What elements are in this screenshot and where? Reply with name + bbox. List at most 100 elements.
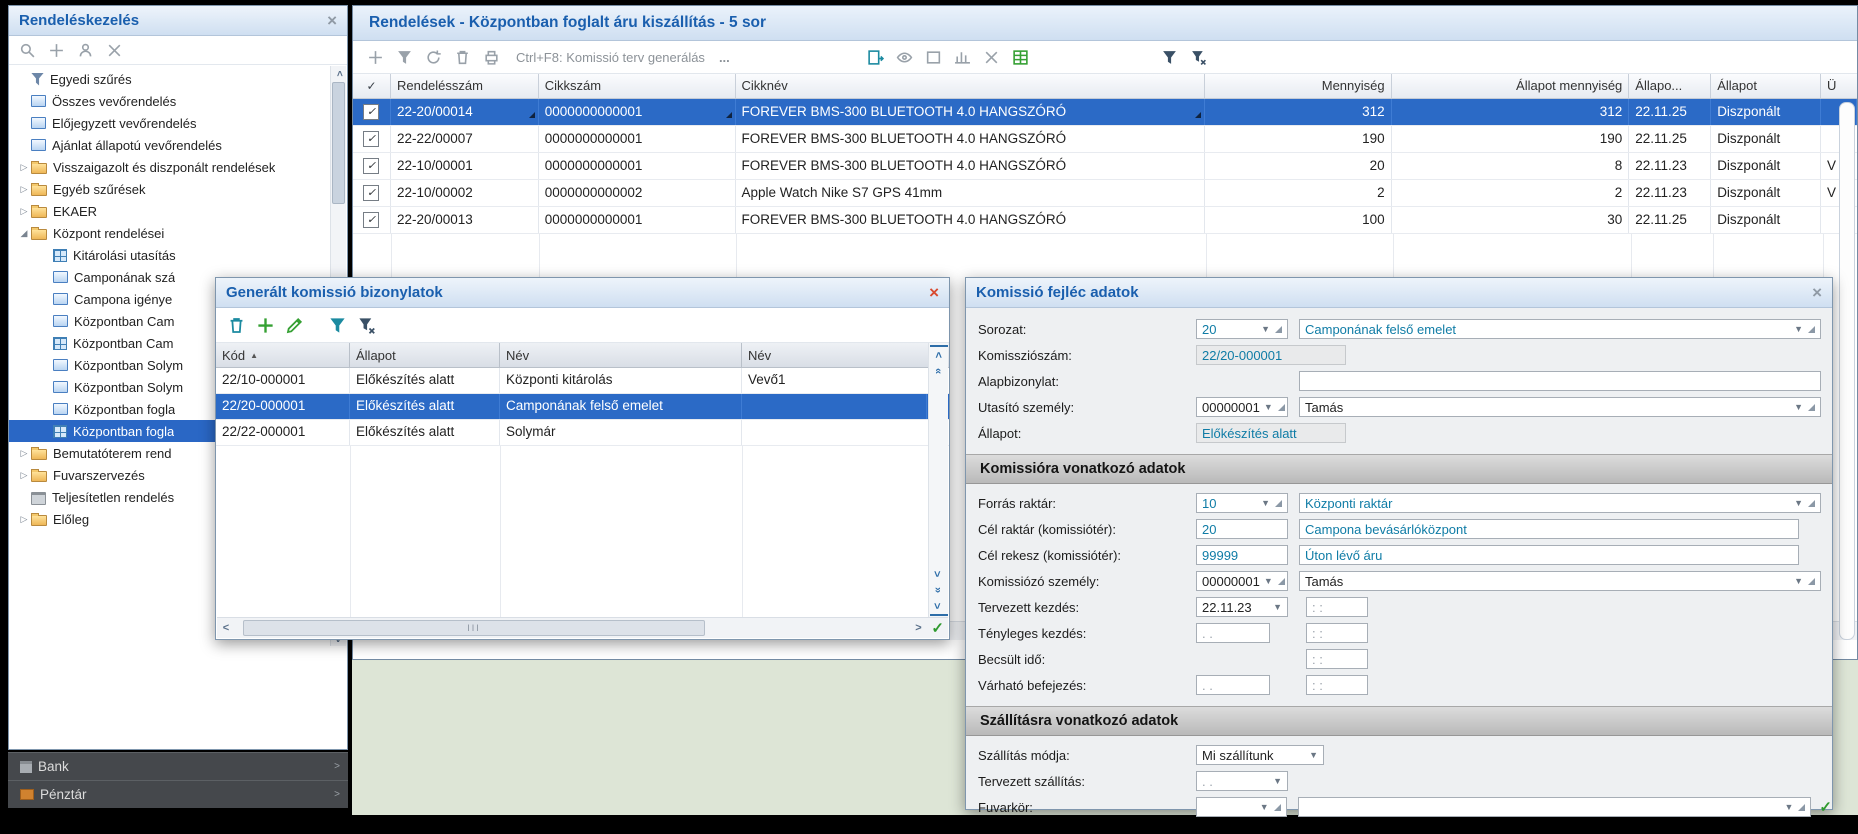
- column-header-check[interactable]: ✓: [353, 74, 391, 98]
- row-checkbox[interactable]: ✓: [363, 131, 379, 147]
- varhato-befejezes-time[interactable]: : :: [1306, 675, 1368, 695]
- scroll-up-icon[interactable]: <: [332, 66, 345, 80]
- column-header-allapot-datum[interactable]: Állapo...: [1629, 74, 1711, 98]
- module-penztar[interactable]: Pénztár >: [8, 780, 348, 808]
- expander-icon[interactable]: ▷: [17, 184, 31, 195]
- column-header-cikknev[interactable]: Cikknév: [736, 74, 1205, 98]
- filter-icon[interactable]: [394, 47, 414, 67]
- print-icon[interactable]: [481, 47, 501, 67]
- add-icon[interactable]: [46, 40, 66, 60]
- expander-icon[interactable]: ▷: [17, 448, 31, 459]
- edit-icon[interactable]: [284, 315, 304, 335]
- scroll-left-icon[interactable]: <: [217, 620, 235, 637]
- eye-icon[interactable]: [895, 47, 915, 67]
- cel-rekesz-name-input[interactable]: Úton lévő áru: [1299, 545, 1799, 565]
- clear-filter-icon[interactable]: [104, 40, 124, 60]
- dialog-table-row[interactable]: 22/10-000001 Előkészítés alatt Központi …: [216, 368, 949, 394]
- add-icon[interactable]: [255, 315, 275, 335]
- column-header-cikkszam[interactable]: Cikkszám: [539, 74, 736, 98]
- scrollbar-thumb[interactable]: [332, 82, 345, 204]
- column-header-nev[interactable]: Név: [500, 343, 742, 367]
- forras-name-combo[interactable]: Központi raktár▼: [1299, 493, 1821, 513]
- table-row[interactable]: ✓ 22-20/00014 0000000000001 FOREVER BMS-…: [353, 99, 1857, 126]
- refresh-icon[interactable]: [423, 47, 443, 67]
- tervezett-kezdes-time[interactable]: : :: [1306, 597, 1368, 617]
- cel-raktar-code-input[interactable]: 20: [1196, 519, 1288, 539]
- excel-icon[interactable]: [1011, 47, 1031, 67]
- table-row[interactable]: ✓ 22-10/00002 0000000000002 Apple Watch …: [353, 180, 1857, 207]
- delete-icon[interactable]: [452, 47, 472, 67]
- goto-first-icon[interactable]: <: [930, 345, 948, 363]
- tervezett-szallitas-date[interactable]: . .▼: [1196, 771, 1288, 791]
- frame-icon[interactable]: [924, 47, 944, 67]
- user-icon[interactable]: [75, 40, 95, 60]
- column-header-allapot[interactable]: Állapot: [350, 343, 500, 367]
- table-row[interactable]: ✓ 22-20/00013 0000000000001 FOREVER BMS-…: [353, 207, 1857, 234]
- scroll-down-icon[interactable]: <: [930, 566, 948, 582]
- sidebar-item-kozpont-rendelesei[interactable]: ◢Központ rendelései: [9, 222, 347, 244]
- column-header-kod[interactable]: Kód▲: [216, 343, 350, 367]
- search-icon[interactable]: [17, 40, 37, 60]
- column-header-allapot[interactable]: Állapot: [1711, 74, 1821, 98]
- column-header-nev2[interactable]: Név: [742, 343, 927, 367]
- dialog-horizontal-scrollbar[interactable]: < III > ✓: [217, 617, 948, 638]
- expander-icon[interactable]: ▷: [17, 162, 31, 173]
- row-checkbox[interactable]: ✓: [363, 104, 379, 120]
- sorozat-code-combo[interactable]: 20▼: [1196, 319, 1288, 339]
- sidebar-item-ajanlat-allapotu[interactable]: Ajánlat állapotú vevőrendelés: [9, 134, 347, 156]
- filter-apply-icon[interactable]: [327, 315, 347, 335]
- column-header-allapot-mennyiseg[interactable]: Állapot mennyiség: [1392, 74, 1630, 98]
- sidebar-item-egyedi-szures[interactable]: Egyedi szűrés: [9, 68, 347, 90]
- fuvarkor-code-combo[interactable]: ▼: [1196, 797, 1287, 817]
- sidebar-item-egyeb-szuresek[interactable]: ▷Egyéb szűrések: [9, 178, 347, 200]
- expander-icon[interactable]: ▷: [17, 514, 31, 525]
- row-checkbox[interactable]: ✓: [363, 212, 379, 228]
- expander-icon[interactable]: ▷: [17, 470, 31, 481]
- forras-code-combo[interactable]: 10▼: [1196, 493, 1288, 513]
- becsult-ido-time[interactable]: : :: [1306, 649, 1368, 669]
- fuvarkor-name-combo[interactable]: ▼: [1298, 797, 1812, 817]
- tervezett-kezdes-date[interactable]: 22.11.23▼: [1196, 597, 1288, 617]
- filter-remove-icon[interactable]: [1189, 47, 1209, 67]
- filter-remove-icon[interactable]: [356, 315, 376, 335]
- sidebar-item-ekaer[interactable]: ▷EKAER: [9, 200, 347, 222]
- sidebar-item-visszaigazolt[interactable]: ▷Visszaigazolt és diszponált rendelések: [9, 156, 347, 178]
- column-header-mennyiseg[interactable]: Mennyiség: [1205, 74, 1392, 98]
- table-row[interactable]: ✓ 22-10/00001 0000000000001 FOREVER BMS-…: [353, 153, 1857, 180]
- expander-icon[interactable]: ◢: [17, 228, 31, 239]
- delete-icon[interactable]: [226, 315, 246, 335]
- komissiozo-code-combo[interactable]: 00000001▼: [1196, 571, 1288, 591]
- filter-apply-icon[interactable]: [1160, 47, 1180, 67]
- page-up-icon[interactable]: «: [930, 363, 948, 379]
- export-document-icon[interactable]: [866, 47, 886, 67]
- column-header-ugyfel[interactable]: Ü: [1821, 74, 1857, 98]
- row-checkbox[interactable]: ✓: [363, 185, 379, 201]
- szallitas-modja-combo[interactable]: Mi szállítunk▼: [1196, 745, 1324, 765]
- add-icon[interactable]: [365, 47, 385, 67]
- komissiozo-name-combo[interactable]: Tamás▼: [1299, 571, 1821, 591]
- tenyleges-kezdes-time[interactable]: : :: [1306, 623, 1368, 643]
- page-down-icon[interactable]: «: [930, 582, 948, 598]
- confirm-check-icon[interactable]: ✓: [1819, 798, 1832, 816]
- sidebar-item-kitarolasi-utasitas[interactable]: Kitárolási utasítás: [9, 244, 347, 266]
- row-checkbox[interactable]: ✓: [363, 158, 379, 174]
- alapbizonylat-input[interactable]: [1299, 371, 1821, 391]
- sidebar-close-button[interactable]: ×: [327, 12, 337, 29]
- table-row[interactable]: ✓ 22-22/00007 0000000000001 FOREVER BMS-…: [353, 126, 1857, 153]
- utasito-code-combo[interactable]: 00000001▼: [1196, 397, 1288, 417]
- dialog-close-button[interactable]: ×: [929, 284, 939, 301]
- clear-icon[interactable]: [982, 47, 1002, 67]
- chart-icon[interactable]: [953, 47, 973, 67]
- more-icon[interactable]: ...: [719, 50, 730, 65]
- column-header-rendelesszam[interactable]: Rendelésszám: [391, 74, 539, 98]
- scrollbar-thumb[interactable]: III: [243, 620, 705, 636]
- sidebar-item-elojegyzett[interactable]: Előjegyzett vevőrendelés: [9, 112, 347, 134]
- confirm-check-icon[interactable]: ✓: [931, 619, 944, 637]
- goto-last-icon[interactable]: <: [930, 598, 948, 616]
- table-vertical-scrollbar[interactable]: [1839, 102, 1855, 640]
- varhato-befejezes-date[interactable]: . .: [1196, 675, 1270, 695]
- scroll-right-icon[interactable]: >: [909, 620, 927, 637]
- tenyleges-kezdes-date[interactable]: . .: [1196, 623, 1270, 643]
- dialog-table-row[interactable]: 22/22-000001 Előkészítés alatt Solymár: [216, 420, 949, 446]
- dialog-table-row-selected[interactable]: 22/20-000001 Előkészítés alatt Camponána…: [216, 394, 949, 420]
